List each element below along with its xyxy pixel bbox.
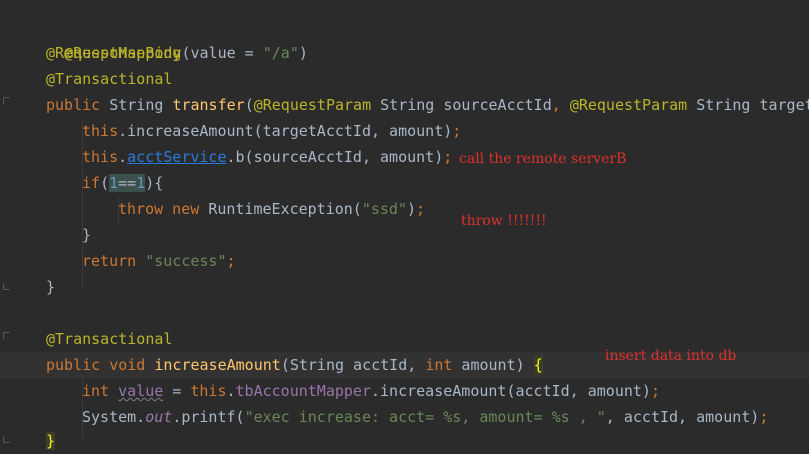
annotation-token: @Transactional (46, 330, 173, 348)
brace-token: } (82, 226, 92, 244)
editor-gutter (0, 0, 14, 449)
brace-token: } (46, 278, 56, 296)
paren-token: ) (298, 44, 308, 62)
semicolon-token: ; (416, 200, 426, 218)
string-token: "ssd" (361, 200, 407, 218)
matched-brace-token: } (46, 432, 56, 450)
call-token: .increaseAmount(acctId, amount) (371, 382, 651, 400)
semicolon-token: ; (650, 382, 660, 400)
static-field-token: out (145, 408, 173, 426)
annotation-throw: throw !!!!!!! (461, 213, 547, 229)
code-line[interactable]: this.increaseAmount(targetAcctId, amount… (82, 118, 461, 144)
param-token: amount) (452, 356, 534, 374)
param-token: String sourceAcctId (371, 96, 552, 114)
dot-token: . (118, 148, 128, 166)
call-token: .increaseAmount(targetAcctId, amount) (118, 122, 453, 140)
keyword-token: public (46, 96, 101, 114)
dot-token: . (226, 382, 236, 400)
code-line[interactable]: System.out.printf("exec increase: acct= … (82, 404, 768, 430)
paren-token: ){ (145, 174, 164, 192)
code-line[interactable]: @Transactional (46, 326, 172, 352)
semicolon-token: ; (443, 148, 453, 166)
keyword-token: public (46, 356, 101, 374)
keyword-token: this (82, 122, 119, 140)
paren-token: ( (100, 174, 110, 192)
string-token: "/a" (262, 44, 299, 62)
annotation-token: @RequestParam (253, 96, 372, 114)
code-line[interactable]: } (46, 428, 56, 454)
paren-token: ( (244, 96, 254, 114)
comma-token: , (551, 96, 570, 114)
string-token: "success" (145, 252, 227, 270)
code-line[interactable]: if(1==1){ (82, 170, 163, 196)
type-token: String (100, 96, 173, 114)
keyword-token: if (82, 174, 101, 192)
keyword-token: int (425, 356, 453, 374)
code-line[interactable]: @RequestMapping(value = "/a") (46, 40, 308, 66)
param-token: (String acctId, (280, 356, 426, 374)
unused-variable-token: value (118, 382, 164, 400)
code-line[interactable]: public String transfer(@RequestParam Str… (46, 92, 809, 118)
number-token: 1 (136, 174, 146, 192)
keyword-token: int (82, 382, 119, 400)
semicolon-token: ; (759, 408, 769, 426)
annotation-remote-call: call the remote serverB (459, 151, 627, 167)
code-line[interactable]: } (46, 274, 55, 300)
fold-marker[interactable] (3, 436, 10, 443)
call-token: .printf( (172, 408, 245, 426)
param-token: String target (687, 96, 809, 114)
keyword-token: throw (118, 200, 164, 218)
annotation-token: @RequestParam (569, 96, 688, 114)
annotation-token: @Transactional (46, 70, 173, 88)
operator-token: = (163, 382, 191, 400)
class-token: System. (82, 408, 146, 426)
keyword-token: return (82, 252, 146, 270)
method-name-token: increaseAmount (154, 356, 281, 374)
method-name-token: transfer (172, 96, 245, 114)
keyword-token: void (100, 356, 155, 374)
code-line[interactable]: return "success"; (82, 248, 236, 274)
paren-token: ( (181, 44, 191, 62)
semicolon-token: ; (226, 252, 236, 270)
field-token: tbAccountMapper (235, 382, 371, 400)
field-link-token[interactable]: acctService (127, 148, 226, 166)
param-key-token: value = (190, 44, 263, 62)
keyword-token: this (190, 382, 227, 400)
matched-brace-token: { (533, 356, 543, 374)
string-token: "exec increase: acct= %s, amount= %s , " (244, 408, 606, 426)
condition-highlight: 1==1 (109, 174, 146, 192)
code-line[interactable]: @ResponseBody (46, 14, 181, 62)
code-line[interactable]: throw new RuntimeException("ssd"); (118, 196, 425, 222)
semicolon-token: ; (452, 122, 462, 140)
paren-token: ) (407, 200, 417, 218)
class-token: RuntimeException( (208, 200, 362, 218)
fold-marker[interactable] (3, 283, 10, 290)
args-token: , acctId, amount) (605, 408, 760, 426)
code-line[interactable]: public void increaseAmount(String acctId… (46, 352, 543, 378)
code-line[interactable]: int value = this.tbAccountMapper.increas… (82, 378, 660, 404)
fold-marker[interactable] (3, 97, 10, 104)
annotation-insert-db: insert data into db (605, 348, 737, 364)
annotation-token: @RequestMapping (46, 44, 182, 62)
number-token: 1 (109, 174, 119, 192)
code-line[interactable]: @Transactional (46, 66, 172, 92)
fold-marker[interactable] (3, 332, 10, 339)
code-line[interactable]: this.acctService.b(sourceAcctId, amount)… (82, 144, 452, 170)
code-line[interactable]: } (82, 222, 91, 248)
keyword-token: this (82, 148, 119, 166)
keyword-token: new (163, 200, 209, 218)
call-token: .b(sourceAcctId, amount) (226, 148, 444, 166)
operator-token: == (118, 174, 137, 192)
